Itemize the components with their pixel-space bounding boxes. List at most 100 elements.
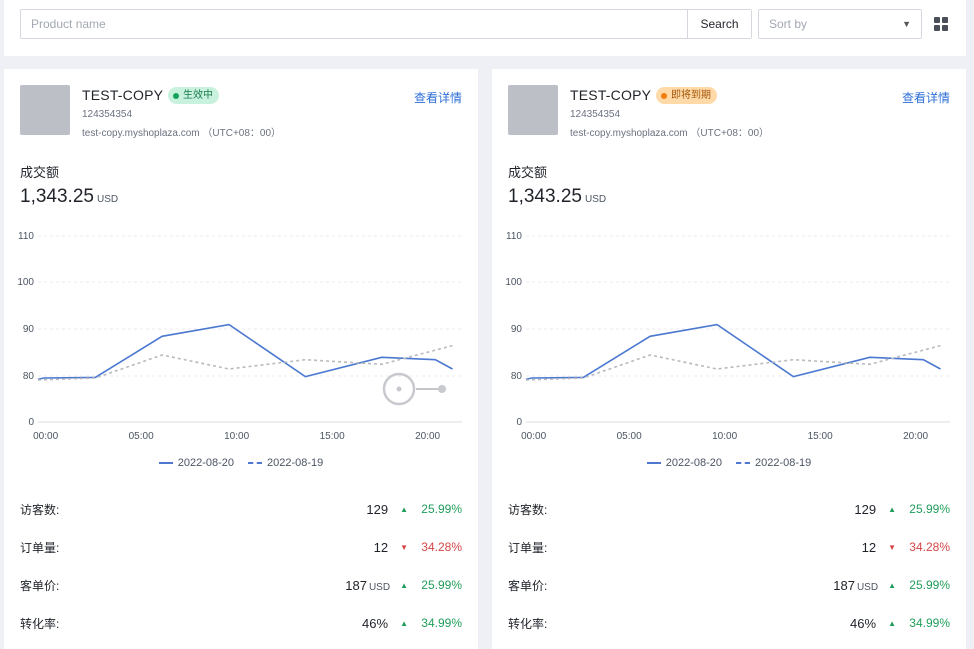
- chart-legend: 2022-08-20 2022-08-19: [492, 457, 966, 469]
- legend-item[interactable]: 2022-08-20: [158, 457, 234, 469]
- legend-label: 2022-08-19: [267, 457, 324, 469]
- solid-line-icon: [158, 462, 173, 464]
- view-details-link[interactable]: 查看详情: [414, 89, 462, 106]
- metric-number: 187: [345, 577, 367, 593]
- status-text: 生效中: [183, 90, 213, 101]
- status-badge: 即将到期: [656, 87, 717, 104]
- sales-line-chart: 110 100 90 80 0 00:00 05:00 10:00 15:00 20:00: [17, 231, 462, 442]
- y-tick-label: 100: [17, 277, 34, 288]
- metric-change: 34.99%: [909, 616, 950, 630]
- metric-value: 129: [854, 502, 878, 517]
- metric-row: 订单量: 12 ▼ 34.28%: [508, 539, 950, 555]
- metric-label: 访客数:: [508, 502, 548, 517]
- y-tick-label: 90: [511, 324, 523, 335]
- sales-value: 1,343.25 USD: [508, 186, 606, 208]
- legend-label: 2022-08-20: [665, 457, 722, 469]
- metric-label: 转化率:: [508, 616, 548, 631]
- metric-value: 46%: [362, 616, 390, 631]
- arrow-up-icon: ▲: [888, 504, 896, 514]
- metric-number: 46%: [850, 615, 877, 631]
- metric-value: 12: [374, 540, 390, 555]
- solid-line-icon: [646, 462, 661, 464]
- grid-view-icon[interactable]: [934, 17, 948, 31]
- y-tick-label: 100: [505, 277, 522, 288]
- status-badge: 生效中: [168, 87, 219, 104]
- metric-unit: USD: [368, 581, 391, 593]
- shop-name: TEST-COPY: [570, 87, 652, 103]
- search-button[interactable]: Search: [687, 10, 751, 38]
- metric-row: 转化率: 46% ▲ 34.99%: [20, 615, 462, 631]
- filter-bar: Search Sort by ▼: [4, 0, 966, 56]
- sales-unit: USD: [584, 194, 607, 205]
- metric-label: 客单价:: [508, 578, 548, 593]
- metric-number: 187: [833, 577, 855, 593]
- metric-label: 订单量:: [20, 540, 60, 555]
- metric-number: 129: [366, 501, 389, 517]
- x-tick-label: 05:00: [129, 431, 154, 442]
- legend-label: 2022-08-19: [755, 457, 812, 469]
- metric-row: 访客数: 129 ▲ 25.99%: [508, 501, 950, 517]
- sales-amount: 1,343.25: [508, 186, 582, 207]
- chart-legend: 2022-08-20 2022-08-19: [4, 457, 478, 469]
- sales-unit: USD: [96, 194, 119, 205]
- metric-value: 12: [862, 540, 878, 555]
- metric-number: 12: [373, 539, 389, 555]
- view-details-link[interactable]: 查看详情: [902, 89, 950, 106]
- status-text: 即将到期: [671, 90, 711, 101]
- y-tick-label: 80: [511, 371, 523, 382]
- sales-amount: 1,343.25: [20, 186, 94, 207]
- x-tick-label: 15:00: [320, 431, 345, 442]
- metric-change: 25.99%: [421, 578, 462, 592]
- x-tick-label: 05:00: [617, 431, 642, 442]
- metric-row: 订单量: 12 ▼ 34.28%: [20, 539, 462, 555]
- arrow-up-icon: ▲: [400, 618, 408, 628]
- y-tick-label: 0: [28, 417, 34, 428]
- sort-by-placeholder: Sort by: [769, 17, 808, 31]
- arrow-up-icon: ▲: [888, 618, 896, 628]
- shop-domain: test-copy.myshoplaza.com （UTC+08：00）: [82, 128, 282, 139]
- metric-change: 25.99%: [421, 502, 462, 516]
- arrow-up-icon: ▲: [888, 580, 896, 590]
- search-box: Search: [20, 9, 752, 39]
- metric-number: 12: [861, 539, 877, 555]
- series-line-2022-08-20[interactable]: [525, 323, 941, 381]
- metric-number: 129: [854, 501, 877, 517]
- shop-domain: test-copy.myshoplaza.com （UTC+08：00）: [570, 128, 770, 139]
- dashed-line-icon: [736, 462, 750, 464]
- arrow-down-icon: ▼: [888, 542, 896, 552]
- legend-item[interactable]: 2022-08-20: [646, 457, 722, 469]
- x-tick-label: 20:00: [903, 431, 928, 442]
- cursor-dot-icon: [396, 386, 402, 392]
- shop-id: 124354354: [570, 109, 621, 120]
- sales-value: 1,343.25 USD: [20, 186, 118, 208]
- metric-row: 转化率: 46% ▲ 34.99%: [508, 615, 950, 631]
- metric-label: 订单量:: [508, 540, 548, 555]
- metric-row: 客单价: 187 USD ▲ 25.99%: [508, 577, 950, 593]
- metric-change: 34.28%: [909, 540, 950, 554]
- product-name-search-input[interactable]: [21, 10, 687, 38]
- legend-item[interactable]: 2022-08-19: [736, 457, 811, 469]
- sort-by-select[interactable]: Sort by ▼: [758, 9, 922, 39]
- chevron-down-icon: ▼: [902, 19, 911, 29]
- sales-label: 成交额: [508, 165, 548, 180]
- metric-label: 访客数:: [20, 502, 60, 517]
- y-tick-label: 0: [516, 417, 522, 428]
- sales-label: 成交额: [20, 165, 60, 180]
- y-tick-label: 90: [23, 324, 35, 335]
- metric-value: 187 USD: [833, 578, 878, 593]
- metric-change: 25.99%: [909, 502, 950, 516]
- series-line-2022-08-20[interactable]: [37, 323, 453, 381]
- x-tick-label: 20:00: [415, 431, 440, 442]
- metric-change: 34.99%: [421, 616, 462, 630]
- store-thumbnail: [508, 85, 558, 135]
- legend-label: 2022-08-20: [177, 457, 234, 469]
- metric-change: 34.28%: [421, 540, 462, 554]
- arrow-up-icon: ▲: [400, 504, 408, 514]
- metric-row: 客单价: 187 USD ▲ 25.99%: [20, 577, 462, 593]
- metric-row: 访客数: 129 ▲ 25.99%: [20, 501, 462, 517]
- metric-unit: USD: [856, 581, 879, 593]
- x-tick-label: 00:00: [33, 431, 58, 442]
- sales-line-chart: 110 100 90 80 0 00:00 05:00 10:00 15:00 20:00: [505, 231, 950, 442]
- status-dot-icon: [661, 92, 667, 99]
- legend-item[interactable]: 2022-08-19: [248, 457, 323, 469]
